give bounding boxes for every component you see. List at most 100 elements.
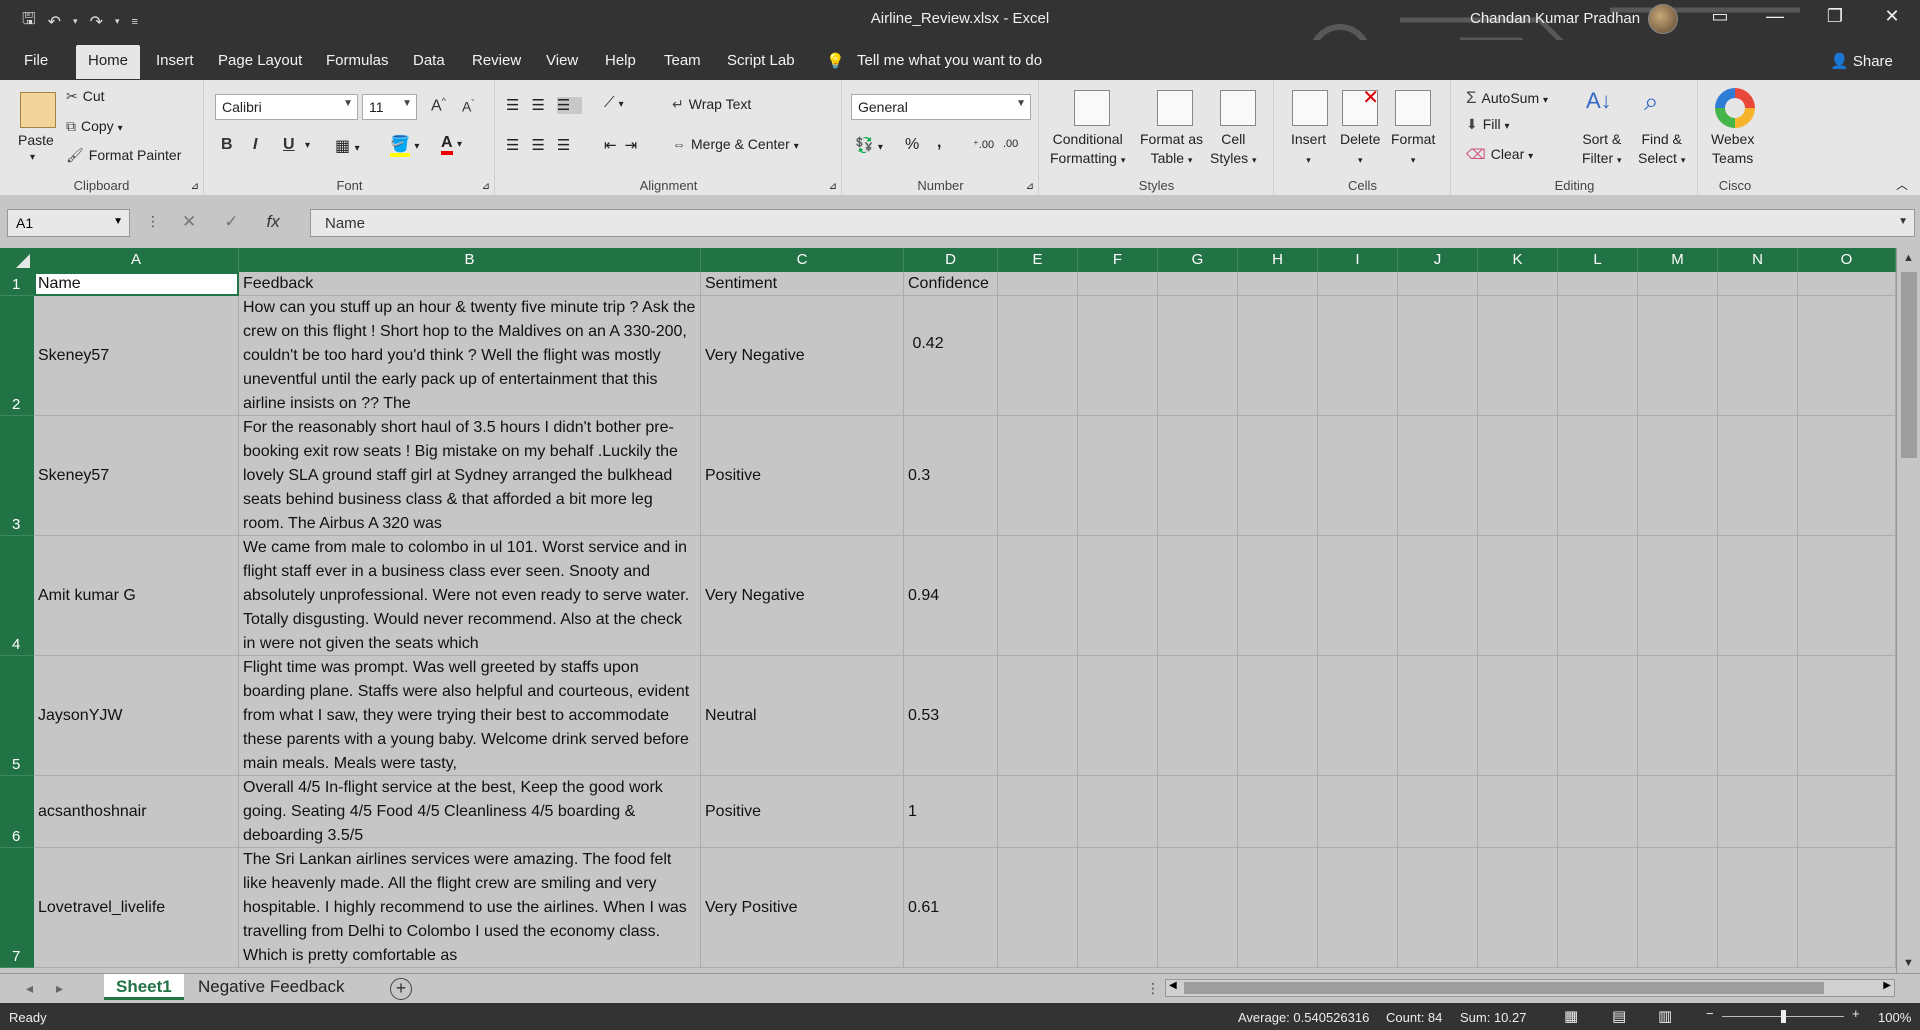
- empty-cell[interactable]: [1718, 536, 1798, 656]
- vertical-align-icons[interactable]: ☰☰☰: [506, 96, 583, 114]
- minimize-icon[interactable]: —: [1755, 6, 1795, 27]
- cell-sentiment[interactable]: Very Negative: [701, 296, 904, 416]
- empty-cell[interactable]: [1478, 296, 1558, 416]
- empty-cell[interactable]: [1718, 656, 1798, 776]
- search-icon[interactable]: ⌕: [1644, 86, 1659, 118]
- column-header-d[interactable]: D: [904, 248, 998, 272]
- cell-name[interactable]: JaysonYJW: [34, 656, 239, 776]
- empty-cell[interactable]: [1238, 776, 1318, 848]
- cut-button[interactable]: ✂ Cut: [66, 88, 105, 105]
- formula-input[interactable]: Name ▼: [310, 209, 1915, 237]
- empty-cell[interactable]: [1078, 416, 1158, 536]
- zoom-out-icon[interactable]: −: [1706, 1006, 1714, 1021]
- normal-view-icon[interactable]: ▦: [1564, 1007, 1578, 1025]
- empty-cell[interactable]: [1238, 272, 1318, 296]
- tab-review[interactable]: Review: [472, 52, 521, 69]
- cell-feedback[interactable]: Flight time was prompt. Was well greeted…: [239, 656, 701, 776]
- empty-cell[interactable]: [998, 656, 1078, 776]
- empty-cell[interactable]: [1398, 848, 1478, 968]
- column-header-c[interactable]: C: [701, 248, 904, 272]
- empty-cell[interactable]: [1318, 272, 1398, 296]
- column-header-o[interactable]: O: [1798, 248, 1896, 272]
- find-select-button[interactable]: Find & Select ▾: [1638, 130, 1685, 170]
- empty-cell[interactable]: [1798, 848, 1896, 968]
- empty-cell[interactable]: [1398, 272, 1478, 296]
- empty-cell[interactable]: [1638, 296, 1718, 416]
- close-icon[interactable]: ✕: [1872, 6, 1912, 27]
- empty-cell[interactable]: [1318, 848, 1398, 968]
- row-header[interactable]: 3: [0, 416, 34, 536]
- cell-feedback[interactable]: For the reasonably short haul of 3.5 hou…: [239, 416, 701, 536]
- empty-cell[interactable]: [1398, 296, 1478, 416]
- empty-cell[interactable]: [1398, 536, 1478, 656]
- empty-cell[interactable]: [1398, 416, 1478, 536]
- conditional-formatting-button[interactable]: Conditional Formatting ▾: [1050, 130, 1125, 170]
- tab-file[interactable]: File: [24, 52, 48, 69]
- webex-icon[interactable]: [1715, 88, 1755, 128]
- cell-sentiment[interactable]: Very Negative: [701, 536, 904, 656]
- row-header[interactable]: 2: [0, 296, 34, 416]
- insert-cells-button[interactable]: Insert ▾: [1291, 130, 1326, 170]
- tab-help[interactable]: Help: [605, 52, 636, 69]
- vertical-scrollbar[interactable]: ▲ ▼: [1896, 248, 1920, 973]
- empty-cell[interactable]: [1398, 776, 1478, 848]
- column-header-k[interactable]: K: [1478, 248, 1558, 272]
- ribbon-display-icon[interactable]: ▭: [1700, 6, 1740, 27]
- scroll-right-icon[interactable]: ▶: [1883, 980, 1891, 991]
- user-name[interactable]: Chandan Kumar Pradhan: [1470, 10, 1640, 27]
- sheet-tab-negative-feedback[interactable]: Negative Feedback: [186, 974, 356, 1000]
- column-header-m[interactable]: M: [1638, 248, 1718, 272]
- empty-cell[interactable]: [1318, 536, 1398, 656]
- cell-d1[interactable]: Confidence: [904, 272, 998, 296]
- empty-cell[interactable]: [1158, 272, 1238, 296]
- conditional-formatting-icon[interactable]: [1074, 90, 1110, 126]
- empty-cell[interactable]: [1718, 848, 1798, 968]
- empty-cell[interactable]: [1238, 536, 1318, 656]
- empty-cell[interactable]: [1238, 296, 1318, 416]
- delete-cells-icon[interactable]: ✕: [1342, 87, 1379, 126]
- row-header[interactable]: 5: [0, 656, 34, 776]
- column-header-e[interactable]: E: [998, 248, 1078, 272]
- tab-formulas[interactable]: Formulas: [326, 52, 389, 69]
- empty-cell[interactable]: [1078, 776, 1158, 848]
- scroll-down-icon[interactable]: ▼: [1903, 957, 1914, 969]
- cell-styles-button[interactable]: Cell Styles ▾: [1210, 130, 1257, 170]
- cell-styles-icon[interactable]: [1220, 90, 1256, 126]
- empty-cell[interactable]: [1798, 536, 1896, 656]
- empty-cell[interactable]: [1078, 296, 1158, 416]
- empty-cell[interactable]: [1158, 656, 1238, 776]
- cell-confidence[interactable]: 1: [904, 776, 998, 848]
- column-header-h[interactable]: H: [1238, 248, 1318, 272]
- clipboard-launcher-icon[interactable]: ⊿: [191, 181, 199, 192]
- cell-c1[interactable]: Sentiment: [701, 272, 904, 296]
- horizontal-scrollbar[interactable]: ◀ ▶: [1165, 979, 1895, 997]
- empty-cell[interactable]: [1318, 776, 1398, 848]
- row-header[interactable]: 7: [0, 848, 34, 968]
- column-header-f[interactable]: F: [1078, 248, 1158, 272]
- sort-filter-icon[interactable]: A↓: [1586, 88, 1612, 114]
- delete-cells-button[interactable]: Delete ▾: [1340, 130, 1380, 170]
- insert-cells-icon[interactable]: [1292, 90, 1328, 126]
- cell-confidence[interactable]: 0.42: [904, 296, 998, 416]
- increase-decimal-icon[interactable]: ⁺.00: [973, 138, 994, 151]
- empty-cell[interactable]: [1078, 848, 1158, 968]
- zoom-slider-thumb[interactable]: [1781, 1010, 1786, 1023]
- empty-cell[interactable]: [1238, 416, 1318, 536]
- row-header[interactable]: 1: [0, 272, 34, 296]
- comma-icon[interactable]: ,: [937, 134, 941, 152]
- page-layout-view-icon[interactable]: ▤: [1612, 1007, 1626, 1025]
- formula-bar-handle-icon[interactable]: ⋮: [146, 213, 160, 230]
- cancel-icon[interactable]: ✕: [182, 212, 196, 232]
- empty-cell[interactable]: [1638, 848, 1718, 968]
- empty-cell[interactable]: [1238, 656, 1318, 776]
- chevron-down-icon[interactable]: ▼: [1898, 216, 1908, 227]
- tab-home[interactable]: Home: [76, 45, 141, 79]
- page-break-view-icon[interactable]: ▥: [1658, 1007, 1672, 1025]
- tab-split-handle-icon[interactable]: ⋮: [1146, 980, 1160, 997]
- empty-cell[interactable]: [1558, 536, 1638, 656]
- insert-function-icon[interactable]: fx: [267, 212, 280, 232]
- tab-page-layout[interactable]: Page Layout: [218, 52, 302, 69]
- tab-data[interactable]: Data: [413, 52, 445, 69]
- share-button[interactable]: 👤 Share: [1830, 52, 1893, 70]
- percent-icon[interactable]: %: [905, 136, 919, 154]
